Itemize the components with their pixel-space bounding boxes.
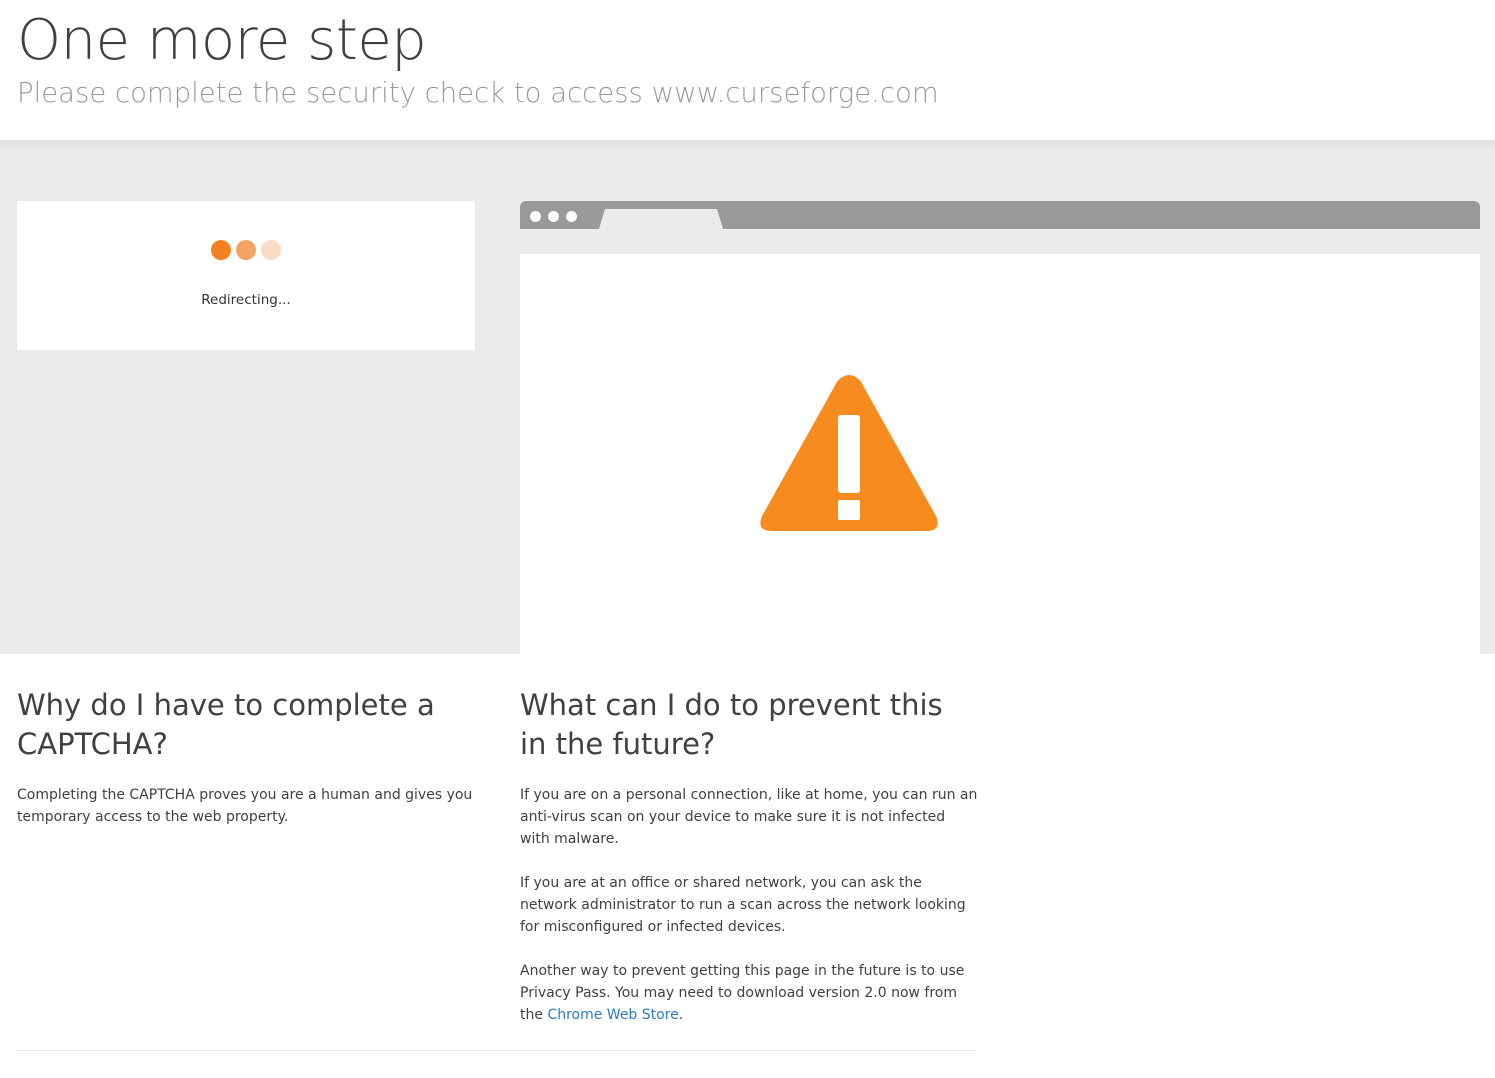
- warning-triangle-icon: [760, 375, 938, 531]
- browser-dot-icon: [530, 211, 541, 222]
- why-captcha-heading: Why do I have to complete a CAPTCHA?: [17, 688, 435, 761]
- chrome-web-store-link[interactable]: Chrome Web Store: [547, 1007, 678, 1023]
- status-message: Redirecting...: [201, 292, 291, 308]
- loading-dot-1: [211, 240, 231, 260]
- loading-dots-icon: [211, 240, 281, 260]
- prevent-paragraph-personal: If you are on a personal connection, lik…: [520, 787, 978, 847]
- browser-dot-icon: [566, 211, 577, 222]
- why-captcha-section: Why do I have to complete a CAPTCHA? Com…: [17, 686, 475, 850]
- status-card: [17, 201, 475, 350]
- loading-dot-2: [236, 240, 256, 260]
- browser-viewport: [520, 254, 1480, 654]
- prevent-paragraph-office: If you are at an office or shared networ…: [520, 875, 966, 935]
- browser-titlebar: [520, 201, 1480, 229]
- browser-tab: [599, 209, 723, 229]
- why-captcha-text: Completing the CAPTCHA proves you are a …: [17, 787, 473, 825]
- footer-divider: [17, 1050, 977, 1051]
- privacy-pass-period: .: [678, 1007, 684, 1023]
- page-title: One more step: [17, 8, 427, 73]
- page-header: One more step Please complete the securi…: [0, 0, 1495, 141]
- band-shadow: [0, 141, 1495, 151]
- prevent-section: What can I do to prevent this in the fut…: [520, 686, 978, 1048]
- browser-dot-icon: [548, 211, 559, 222]
- prevent-paragraph-privacy-pass: Another way to prevent getting this page…: [520, 960, 978, 1026]
- prevent-heading: What can I do to prevent this in the fut…: [520, 688, 943, 761]
- page-subtitle: Please complete the security check to ac…: [17, 77, 939, 109]
- loading-dot-3: [261, 240, 281, 260]
- browser-illustration: [520, 201, 1480, 654]
